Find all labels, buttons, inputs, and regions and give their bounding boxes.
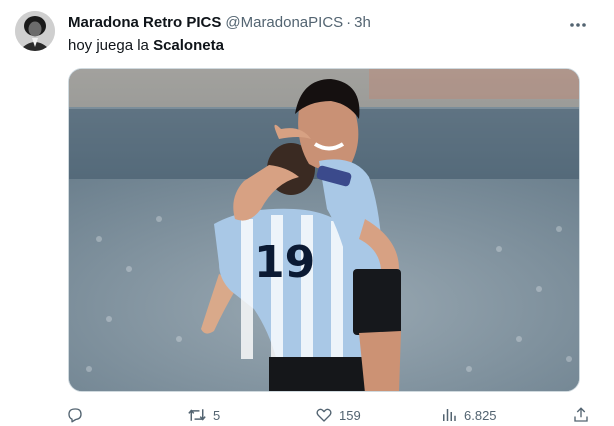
views-button[interactable]: 6.825 (440, 404, 497, 426)
user-handle[interactable]: @MaradonaPICS (225, 14, 343, 31)
avatar-image (15, 11, 55, 51)
tweet[interactable]: Maradona Retro PICS @MaradonaPICS · 3h h… (0, 0, 614, 426)
tweet-actions: 5 159 6.825 (66, 404, 590, 426)
views-chart-icon (443, 409, 456, 421)
share-icon (574, 407, 588, 422)
heart-icon (316, 408, 332, 422)
retweet-count: 5 (213, 407, 221, 423)
tweet-photo[interactable]: 19 (68, 68, 580, 392)
reply-button[interactable] (66, 404, 90, 426)
reply-icon (68, 408, 82, 423)
shirt-number: 19 (254, 237, 315, 288)
avatar[interactable] (15, 11, 55, 51)
share-button[interactable] (572, 404, 590, 426)
photo-maradona-hug: 19 (69, 69, 579, 391)
like-count: 159 (339, 407, 361, 423)
more-options-button[interactable] (568, 16, 588, 34)
tweet-text-bold[interactable]: Scaloneta (153, 37, 224, 54)
retweet-button[interactable]: 5 (187, 404, 220, 426)
like-button[interactable]: 159 (315, 404, 361, 426)
retweet-icon (188, 409, 206, 421)
timestamp[interactable]: 3h (354, 14, 371, 31)
tweet-text-prefix: hoy juega la (68, 37, 154, 54)
display-name[interactable]: Maradona Retro PICS (68, 14, 221, 31)
tweet-text: hoy juega la Scaloneta (68, 37, 224, 54)
separator-dot: · (346, 14, 352, 31)
tweet-header: Maradona Retro PICS @MaradonaPICS · 3h (68, 14, 371, 34)
more-horizontal-icon (570, 23, 586, 27)
views-count: 6.825 (464, 407, 497, 423)
